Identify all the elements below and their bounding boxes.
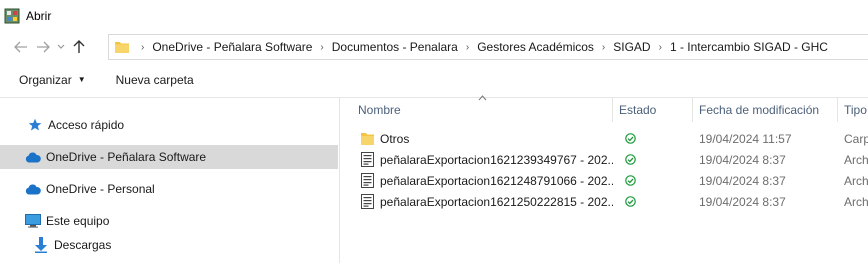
file-row-folder[interactable]: Otros 19/04/2024 11:57 Carp	[341, 128, 868, 149]
file-name: Otros	[380, 131, 410, 146]
download-arrow-icon	[33, 237, 49, 253]
name-cell: peñalaraExportacion1621239349767 - 202..…	[361, 149, 613, 170]
name-cell: Otros	[361, 128, 613, 149]
column-header-date[interactable]: Fecha de modificación	[693, 98, 838, 122]
star-icon	[27, 117, 43, 133]
type-cell: Arch	[844, 194, 868, 209]
nav-item-label: OneDrive - Peñalara Software	[46, 150, 207, 164]
cloud-icon	[25, 149, 41, 165]
breadcrumb-item[interactable]: SIGAD	[613, 40, 650, 54]
breadcrumb-item[interactable]: Gestores Académicos	[477, 40, 594, 54]
breadcrumb-separator-icon: ›	[465, 41, 470, 53]
computer-icon	[25, 213, 41, 229]
column-headers: Nombre Estado Fecha de modificación Tipo	[341, 98, 868, 122]
breadcrumb-item[interactable]: 1 - Intercambio SIGAD - GHC	[670, 40, 828, 54]
new-folder-button[interactable]: Nueva carpeta	[116, 73, 194, 87]
document-file-icon	[361, 194, 374, 209]
breadcrumb-separator-icon: ›	[320, 41, 324, 53]
breadcrumb-item[interactable]: OneDrive - Peñalara Software	[152, 40, 312, 54]
nav-item-downloads[interactable]: Descargas	[0, 233, 338, 257]
caret-down-icon: ▼	[77, 75, 86, 84]
breadcrumb-separator-icon: ›	[658, 41, 662, 53]
type-cell: Arch	[844, 152, 868, 167]
nav-item-onedrive-personal[interactable]: OneDrive - Personal	[0, 177, 338, 201]
cloud-icon	[25, 181, 41, 197]
recent-locations-chevron-icon[interactable]	[54, 35, 68, 59]
type-cell: Arch	[844, 173, 868, 188]
nav-item-label: Acceso rápido	[48, 118, 125, 132]
file-name: peñalaraExportacion1621239349767 - 202..…	[380, 152, 613, 167]
organize-label: Organizar	[19, 72, 72, 87]
column-header-name[interactable]: Nombre	[352, 98, 613, 122]
sync-ok-icon	[625, 133, 636, 144]
up-arrow-icon[interactable]	[68, 35, 90, 59]
title-bar: Abrir	[0, 0, 868, 32]
state-cell	[619, 128, 691, 149]
sync-ok-icon	[625, 154, 636, 165]
date-cell: 19/04/2024 11:57	[699, 131, 792, 146]
forward-arrow-icon[interactable]	[32, 35, 54, 59]
breadcrumb-item[interactable]: Documentos - Penalara	[332, 40, 458, 54]
column-header-type[interactable]: Tipo	[838, 98, 868, 122]
command-bar: Organizar ▼ Nueva carpeta	[0, 62, 868, 98]
nav-item-label: Descargas	[54, 238, 112, 252]
file-row[interactable]: peñalaraExportacion1621250222815 - 202..…	[341, 191, 868, 212]
state-cell	[619, 170, 691, 191]
navigation-pane: Acceso rápido OneDrive - Peñalara Softwa…	[0, 98, 340, 263]
file-list: Nombre Estado Fecha de modificación Tipo…	[341, 95, 868, 263]
name-cell: peñalaraExportacion1621248791066 - 202..…	[361, 170, 613, 191]
nav-item-onedrive-penalara[interactable]: OneDrive - Peñalara Software	[0, 145, 338, 169]
nav-item-this-pc[interactable]: Este equipo	[0, 209, 338, 233]
date-cell: 19/04/2024 8:37	[699, 173, 786, 188]
name-cell: peñalaraExportacion1621250222815 - 202..…	[361, 191, 613, 212]
file-row[interactable]: peñalaraExportacion1621248791066 - 202..…	[341, 170, 868, 191]
document-file-icon	[361, 173, 374, 188]
app-icon	[4, 8, 20, 24]
address-row: › OneDrive - Peñalara Software › Documen…	[0, 32, 868, 62]
file-name: peñalaraExportacion1621248791066 - 202..…	[380, 173, 613, 188]
back-arrow-icon[interactable]	[10, 35, 32, 59]
folder-icon	[115, 41, 129, 53]
address-bar[interactable]: › OneDrive - Peñalara Software › Documen…	[108, 34, 868, 60]
window-title: Abrir	[26, 9, 52, 23]
column-header-state[interactable]: Estado	[613, 98, 693, 122]
nav-item-quick-access[interactable]: Acceso rápido	[0, 113, 338, 137]
file-name: peñalaraExportacion1621250222815 - 202..…	[380, 194, 613, 209]
breadcrumb-separator-icon: ›	[601, 41, 606, 53]
state-cell	[619, 191, 691, 212]
nav-item-label: OneDrive - Personal	[46, 182, 155, 196]
date-cell: 19/04/2024 8:37	[699, 152, 786, 167]
sync-ok-icon	[625, 196, 636, 207]
organize-button[interactable]: Organizar ▼	[19, 73, 86, 87]
file-row[interactable]: peñalaraExportacion1621239349767 - 202..…	[341, 149, 868, 170]
type-cell: Carp	[844, 131, 868, 146]
breadcrumb-separator-icon: ›	[141, 41, 145, 53]
sync-ok-icon	[625, 175, 636, 186]
state-cell	[619, 149, 691, 170]
date-cell: 19/04/2024 8:37	[699, 194, 786, 209]
document-file-icon	[361, 152, 374, 167]
folder-icon	[361, 131, 374, 146]
nav-item-label: Este equipo	[46, 214, 110, 228]
